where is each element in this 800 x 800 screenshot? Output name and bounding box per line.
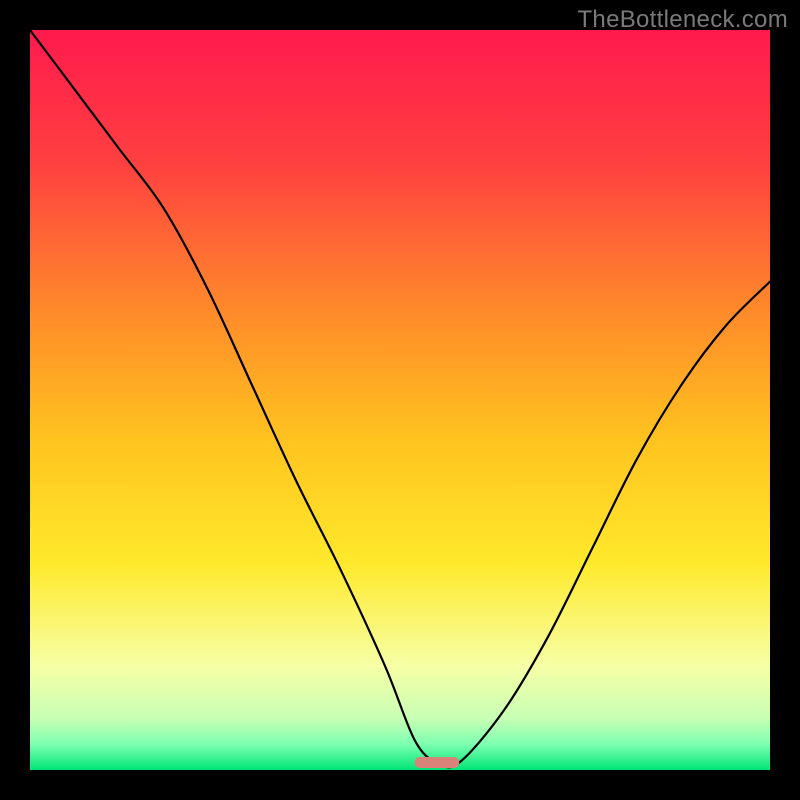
optimal-marker bbox=[415, 757, 459, 768]
chart-svg bbox=[30, 30, 770, 770]
chart-background bbox=[30, 30, 770, 770]
chart-frame: TheBottleneck.com bbox=[0, 0, 800, 800]
bottleneck-chart bbox=[30, 30, 770, 770]
